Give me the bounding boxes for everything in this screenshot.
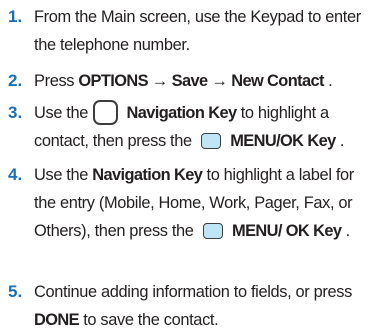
key-name-keyword: Navigation Key	[126, 104, 237, 122]
step-number: 4.	[8, 165, 23, 184]
key-name-keyword: MENU/OK Key	[230, 132, 336, 150]
button-name-keyword: DONE	[34, 311, 80, 329]
step-number: 3.	[8, 103, 23, 122]
step-number: 5.	[8, 282, 23, 301]
step-text: Continue adding information to fields, o…	[34, 278, 368, 334]
key-name-keyword: MENU/ OK Key	[232, 222, 342, 240]
step-text-segment: .	[328, 72, 333, 90]
step-1: 1. From the Main screen, use the Keypad …	[8, 3, 368, 59]
navigation-key-icon	[93, 100, 119, 125]
step-text-segment: .	[339, 132, 345, 150]
key-name-keyword: Navigation Key	[92, 166, 203, 184]
step-text-segment: Press	[34, 72, 79, 90]
step-2: 2. Press OPTIONS → Save → New Contact .	[8, 67, 368, 95]
step-text: Press OPTIONS → Save → New Contact .	[34, 67, 368, 95]
step-text-segment: From the Main screen, use the Keypad to …	[34, 8, 361, 54]
step-text-segment: to save the contact.	[83, 311, 219, 329]
step-number: 1.	[8, 7, 23, 26]
step-4: 4. Use the Navigation Key to highlight a…	[8, 161, 368, 245]
step-text-segment: Use the	[34, 104, 93, 122]
step-text: From the Main screen, use the Keypad to …	[34, 3, 368, 59]
step-text: Use the Navigation Key to highlight a la…	[34, 161, 368, 245]
step-text-segment: .	[345, 222, 351, 240]
step-text-segment: Continue adding information to fields, o…	[34, 283, 352, 301]
step-text-segment: Use the	[34, 166, 93, 184]
step-text: Use the Navigation Key to highlight a co…	[34, 99, 368, 155]
menu-ok-key-icon	[200, 133, 221, 149]
step-3: 3. Use the Navigation Key to highlight a…	[8, 99, 368, 155]
menu-ok-key-icon	[202, 223, 223, 239]
instruction-steps: 1. From the Main screen, use the Keypad …	[0, 0, 374, 335]
menu-path-keyword: OPTIONS → Save → New Contact	[78, 72, 324, 90]
step-5: 5. Continue adding information to fields…	[8, 278, 368, 334]
step-number: 2.	[8, 71, 23, 90]
